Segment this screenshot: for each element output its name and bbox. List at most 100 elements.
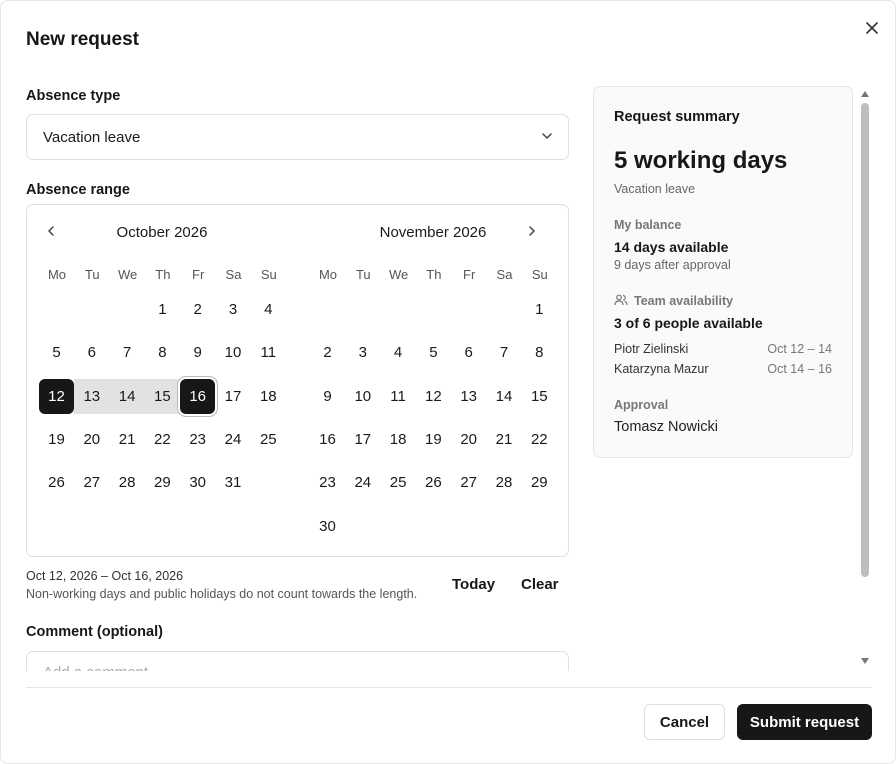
calendar-day[interactable]: 15 [522, 379, 557, 414]
calendar-day[interactable]: 1 [522, 292, 557, 327]
calendar-day[interactable]: 5 [416, 335, 451, 370]
balance-after: 9 days after approval [614, 258, 731, 272]
cancel-button[interactable]: Cancel [644, 704, 725, 740]
calendar-day[interactable]: 17 [216, 379, 251, 414]
calendar-day[interactable]: 18 [381, 422, 416, 457]
team-value: 3 of 6 people available [614, 315, 763, 331]
calendar-day[interactable]: 5 [39, 335, 74, 370]
calendar-day[interactable]: 6 [74, 335, 109, 370]
chevron-down-icon [542, 133, 552, 139]
calendar-day[interactable]: 21 [487, 422, 522, 457]
range-hint: Non-working days and public holidays do … [26, 587, 418, 601]
today-button[interactable]: Today [452, 576, 495, 593]
calendar-day[interactable]: 4 [251, 292, 286, 327]
users-icon [614, 294, 628, 306]
calendar-day[interactable]: 23 [310, 465, 345, 500]
new-request-dialog: New request Absence type Vacation leave … [0, 0, 896, 764]
next-month-button[interactable] [520, 219, 544, 243]
calendar-day[interactable]: 26 [39, 465, 74, 500]
prev-month-button[interactable] [39, 219, 63, 243]
person-name: Katarzyna Mazur [614, 362, 709, 376]
chevron-right-icon [529, 226, 535, 236]
calendar-day[interactable]: 7 [487, 335, 522, 370]
calendar-day[interactable]: 19 [416, 422, 451, 457]
calendar-day[interactable]: 27 [74, 465, 109, 500]
comment-input[interactable]: Add a comment [26, 651, 569, 671]
clear-button[interactable]: Clear [521, 576, 559, 593]
calendar-day[interactable]: 28 [110, 465, 145, 500]
calendar-day[interactable]: 24 [216, 422, 251, 457]
calendar-day[interactable]: 11 [251, 335, 286, 370]
calendar-day[interactable]: 14 [110, 379, 145, 414]
calendar-day[interactable]: 12 [39, 378, 74, 414]
calendar-day[interactable]: 10 [345, 379, 380, 414]
calendar-day[interactable]: 17 [345, 422, 380, 457]
calendar-day[interactable]: 9 [180, 335, 215, 370]
person-name: Piotr Zielinski [614, 342, 689, 356]
calendar-day[interactable]: 1 [145, 292, 180, 327]
absence-type-label: Absence type [26, 88, 121, 104]
weekday-header: Fr [192, 267, 205, 282]
comment-label: Comment (optional) [26, 624, 163, 640]
calendar-day[interactable]: 21 [110, 422, 145, 457]
calendar-day[interactable]: 27 [451, 465, 486, 500]
calendar-day[interactable]: 16 [180, 378, 216, 414]
calendar-day[interactable]: 20 [74, 422, 109, 457]
calendar-day[interactable]: 8 [145, 335, 180, 370]
summary-length: 5 working days [614, 147, 788, 174]
weekday-header: Su [531, 267, 548, 282]
weekday-header: Mo [47, 267, 67, 282]
calendar-day[interactable]: 13 [451, 379, 486, 414]
calendar-day[interactable]: 9 [310, 379, 345, 414]
calendar-day[interactable]: 13 [74, 379, 109, 414]
weekday-header: Th [426, 267, 442, 282]
team-label: Team availability [634, 294, 734, 308]
dialog-body[interactable]: Absence type Vacation leave Absence rang… [1, 71, 895, 671]
calendar-day[interactable]: 11 [381, 379, 416, 414]
calendar-day[interactable]: 24 [345, 465, 380, 500]
calendar-day[interactable]: 16 [310, 422, 345, 457]
calendar-day[interactable]: 8 [522, 335, 557, 370]
balance-label: My balance [614, 218, 682, 232]
calendar-day[interactable]: 22 [522, 422, 557, 457]
calendar-day[interactable]: 3 [216, 292, 251, 327]
weekday-header: Mo [318, 267, 338, 282]
weekday-header: Th [155, 267, 171, 282]
calendar-day[interactable]: 2 [310, 335, 345, 370]
calendar-day[interactable]: 23 [180, 422, 215, 457]
calendar-day[interactable]: 18 [251, 379, 286, 414]
calendar-day[interactable]: 28 [487, 465, 522, 500]
calendar-day[interactable]: 12 [416, 379, 451, 414]
scroll-down-arrow-icon [861, 658, 869, 664]
calendar-day[interactable]: 31 [216, 465, 251, 500]
calendar-day[interactable]: 30 [310, 509, 345, 544]
calendar-day[interactable]: 15 [145, 379, 180, 414]
weekday-header: Fr [463, 267, 476, 282]
calendar-day[interactable]: 14 [487, 379, 522, 414]
request-summary-panel: Request summary 5 working days Vacation … [593, 86, 853, 458]
calendar-day[interactable]: 25 [381, 465, 416, 500]
approver-name: Tomasz Nowicki [614, 419, 718, 435]
absence-type-select[interactable]: Vacation leave [26, 114, 569, 160]
calendar-day[interactable]: 10 [216, 335, 251, 370]
calendar-day[interactable]: 19 [39, 422, 74, 457]
calendar-day[interactable]: 2 [180, 292, 215, 327]
absence-type-value: Vacation leave [43, 128, 141, 146]
calendar-day[interactable]: 22 [145, 422, 180, 457]
calendar-day[interactable]: 30 [180, 465, 215, 500]
submit-request-button[interactable]: Submit request [737, 704, 872, 740]
calendar-day[interactable]: 7 [110, 335, 145, 370]
weekday-header: Tu [84, 267, 100, 282]
calendar-day[interactable]: 4 [381, 335, 416, 370]
calendar-day[interactable]: 29 [522, 465, 557, 500]
calendar-day[interactable]: 29 [145, 465, 180, 500]
calendar-day[interactable]: 6 [451, 335, 486, 370]
calendar-day[interactable]: 26 [416, 465, 451, 500]
scrollbar[interactable] [859, 87, 871, 667]
calendar-day[interactable]: 25 [251, 422, 286, 457]
weekday-header: We [117, 267, 138, 282]
calendar-day[interactable]: 3 [345, 335, 380, 370]
close-button[interactable] [861, 17, 883, 39]
calendar-day[interactable]: 20 [451, 422, 486, 457]
scrollbar-track [861, 91, 869, 664]
